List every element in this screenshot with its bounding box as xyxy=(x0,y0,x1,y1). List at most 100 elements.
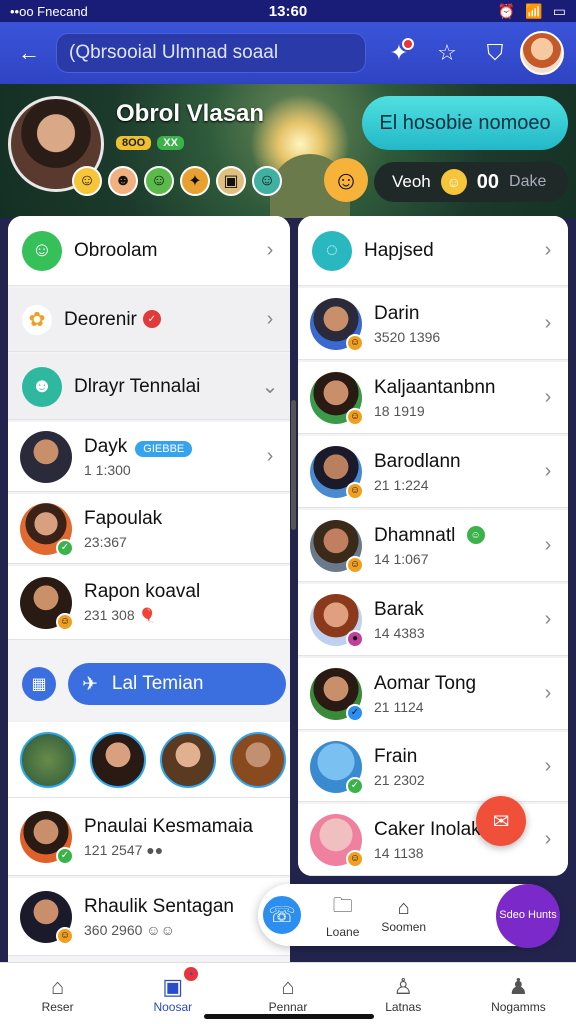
home-icon: ⌂ xyxy=(50,973,65,999)
group-name: Obroolam xyxy=(74,239,158,261)
soomen-button[interactable]: ⌂ Soomen xyxy=(381,897,426,934)
profile-banner: Obrol Vlasan 8OO XX ☺ ☻ ☺ ✦ ▣ ☺ El hosob… xyxy=(0,84,576,218)
view-pill[interactable]: Veoh ☺ 00 Dake xyxy=(374,162,568,202)
contact-sub: 21 1124 xyxy=(374,698,424,715)
stat-chip: 8OO xyxy=(116,136,152,150)
contact-sub: 14 1138 xyxy=(374,844,424,861)
action-label: Lal Temian xyxy=(111,673,204,694)
nav-label: Pennar xyxy=(268,999,308,1014)
floatbar-label: Loane xyxy=(326,925,360,939)
contact-row[interactable]: ✓ Frain 21 2302 › xyxy=(298,732,568,802)
contact-avatar: ☺ xyxy=(310,297,364,352)
contact-row[interactable]: ✓ Aomar Tong 21 1124 › xyxy=(298,658,568,730)
chevron-down-icon: ⌄ xyxy=(261,376,279,398)
send-icon: ✈ xyxy=(82,673,98,695)
contact-avatar: ☺ xyxy=(310,445,364,500)
view-label: Veoh xyxy=(392,172,431,191)
nav-item-nogamms[interactable]: ♟ Nogamms xyxy=(461,963,576,1024)
view-extra: Dake xyxy=(509,173,547,190)
status-icon: ☺ xyxy=(56,612,74,631)
compose-mail-button[interactable]: ✉ xyxy=(476,796,526,846)
search-input[interactable]: (Qbrsooial Ulmnad soaal xyxy=(56,33,366,73)
nav-item-reser[interactable]: ⌂ Reser xyxy=(0,963,115,1024)
group-row[interactable]: ✿ Deorenir ✓ › xyxy=(8,288,290,352)
contact-sub: 23:367 xyxy=(84,533,127,550)
contact-row[interactable]: ☺ Darin 3520 1396 › xyxy=(298,288,568,360)
contact-name: Barak xyxy=(374,598,424,620)
action-button[interactable]: ✈ Lal Temian xyxy=(68,663,286,705)
right-list-panel: ◌ Hapjsed › ☺ Darin 3520 1396 › ☺ Kaljaa… xyxy=(298,216,568,876)
story-avatar[interactable] xyxy=(230,731,286,788)
contact-tag: GIEBBE xyxy=(135,440,193,457)
contact-row[interactable]: ☺ Dhamnatl ☺ 14 1:067 › xyxy=(298,510,568,582)
chevron-right-icon: › xyxy=(266,445,274,467)
status-icon: ✓ xyxy=(56,538,74,557)
reaction-icon: ●● xyxy=(146,841,164,858)
shield-icon[interactable]: ⛉ xyxy=(478,36,512,70)
folder-icon: 🗀 xyxy=(332,895,353,917)
story-avatar[interactable] xyxy=(90,731,146,788)
contact-row[interactable]: Dayk GIEBBE 1 1:300 › xyxy=(8,422,290,492)
contact-row[interactable]: ✓ Fapoulak 23:367 xyxy=(8,494,290,564)
contact-sub: 1 1:300 xyxy=(84,461,131,478)
contact-row[interactable]: ✓ Pnaulai Kesmamaia 121 2547 ●● xyxy=(8,798,290,876)
header-row[interactable]: ◌ Hapjsed › xyxy=(298,216,568,286)
contact-name: Kaljaantanbnn xyxy=(374,376,496,398)
contact-row[interactable]: ● Barak 14 4383 › xyxy=(298,584,568,656)
status-icon: ☺ xyxy=(346,849,364,868)
group-row[interactable]: ☻ Dlrayr Tennalai ⌄ xyxy=(8,354,290,420)
contact-sub: 3520 1396 xyxy=(374,328,441,345)
user-avatar[interactable] xyxy=(520,31,564,75)
contact-row[interactable]: ☺ Barodlann 21 1:224 › xyxy=(298,436,568,508)
story-avatar[interactable] xyxy=(160,731,216,788)
contact-avatar: ✓ xyxy=(20,502,74,557)
purple-action-button[interactable]: Sdeo Hunts xyxy=(496,884,560,948)
chevron-right-icon: › xyxy=(544,460,552,482)
contact-sub: 18 1919 xyxy=(374,402,425,419)
nav-label: Latnas xyxy=(385,999,422,1014)
group-add-icon[interactable]: ▦ xyxy=(22,667,56,701)
contact-name: Barodlann xyxy=(374,450,461,472)
status-icon: ✓ xyxy=(346,776,364,795)
chevron-right-icon: › xyxy=(544,386,552,408)
contact-avatar: ☺ xyxy=(310,813,364,868)
profile-stats: 8OO XX xyxy=(116,136,184,150)
contact-avatar xyxy=(20,430,72,483)
sun-icon: ✿ xyxy=(22,304,52,335)
contact-name: Rapon koaval xyxy=(84,581,201,602)
notification-icon[interactable]: ✦ xyxy=(382,36,416,70)
contact-name: Aomar Tong xyxy=(374,672,477,694)
left-list-panel: ☺ Obroolam › ✿ Deorenir ✓ › ☻ Dlrayr Tenn… xyxy=(8,216,290,962)
contact-name: Dayk xyxy=(84,435,128,457)
coin-icon: ☺ xyxy=(440,169,467,195)
contact-row[interactable]: ☺ Rhaulik Sentagan 360 2960 ☺☺ xyxy=(8,878,290,956)
status-icon: ✓ xyxy=(56,846,74,865)
contact-name: Fapoulak xyxy=(84,507,163,529)
emoji-icon[interactable]: ☺ xyxy=(72,166,102,196)
contact-row[interactable]: ☺ Caker Inolak 14 1138 › xyxy=(298,804,568,876)
story-avatar[interactable] xyxy=(20,731,76,788)
contact-sub: 360 2960 xyxy=(84,921,143,938)
scrollbar[interactable] xyxy=(291,400,296,530)
emoji-icon[interactable]: ☺ xyxy=(252,166,282,196)
contact-name: Pnaulai Kesmamaia xyxy=(84,815,253,837)
wifi-icon: 📶 xyxy=(525,2,543,19)
emoji-icon[interactable]: ☺ xyxy=(324,158,368,202)
group-row[interactable]: ☺ Obroolam › xyxy=(8,216,290,286)
contact-name: Darin xyxy=(374,302,420,324)
emoji-icon[interactable]: ✦ xyxy=(180,166,210,196)
favorite-icon[interactable]: ☆ xyxy=(430,36,464,70)
contact-avatar: ☺ xyxy=(310,519,364,574)
loane-button[interactable]: 🗀 Loane xyxy=(326,891,359,939)
emoji-icon[interactable]: ☻ xyxy=(108,166,138,196)
contact-row[interactable]: ☺ Rapon koaval 231 308 🎈 xyxy=(8,566,290,640)
banner-cta-button[interactable]: El hosobie nomoeo xyxy=(362,96,568,150)
contact-avatar: ☺ xyxy=(310,371,364,426)
status-icon: ✓ xyxy=(346,703,364,722)
call-button[interactable]: ☏ xyxy=(260,893,304,937)
emoji-icon[interactable]: ☺ xyxy=(144,166,174,196)
clock: 13:60 xyxy=(268,2,308,20)
contact-row[interactable]: ☺ Kaljaantanbnn 18 1919 › xyxy=(298,362,568,434)
back-arrow-icon[interactable]: ← xyxy=(12,36,46,70)
emoji-icon[interactable]: ▣ xyxy=(216,166,246,196)
